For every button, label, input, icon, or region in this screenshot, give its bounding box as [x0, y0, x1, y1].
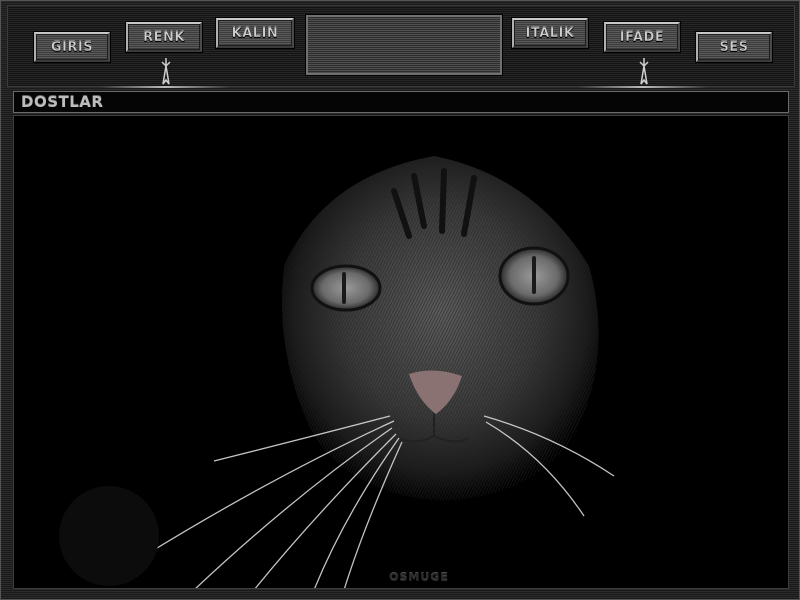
nav-button-giris-label: GIRIS — [50, 39, 94, 55]
nav-button-giris[interactable]: GIRIS — [34, 32, 110, 62]
nav-button-italik[interactable]: ITALIK — [512, 18, 588, 48]
nav-button-renk-label: RENK — [143, 29, 185, 45]
top-navigation-bar: GIRIS RENK KALIN ITALIK IFADE SES — [7, 5, 795, 90]
nav-button-ses-label: SES — [719, 39, 749, 55]
content-area — [13, 115, 789, 589]
right-ornament-line — [578, 86, 708, 88]
section-title-bar: DOSTLAR — [13, 91, 789, 113]
window-frame: GIRIS RENK KALIN ITALIK IFADE SES DOSTLA… — [0, 0, 800, 600]
nav-button-ifade[interactable]: IFADE — [604, 22, 680, 52]
nav-button-ses[interactable]: SES — [696, 32, 772, 62]
left-ornament-icon — [156, 56, 176, 90]
cat-image — [14, 116, 788, 588]
footer-signature: OSMUGE — [389, 571, 449, 584]
nav-button-kalin-label: KALIN — [231, 25, 279, 41]
nav-button-renk[interactable]: RENK — [126, 22, 202, 52]
right-ornament-icon — [634, 56, 654, 90]
nav-button-italik-label: ITALIK — [525, 25, 575, 41]
nav-button-ifade-label: IFADE — [619, 29, 665, 45]
section-title: DOSTLAR — [21, 93, 104, 111]
nav-button-kalin[interactable]: KALIN — [216, 18, 294, 48]
center-display-panel — [306, 15, 502, 75]
left-ornament-line — [100, 86, 230, 88]
